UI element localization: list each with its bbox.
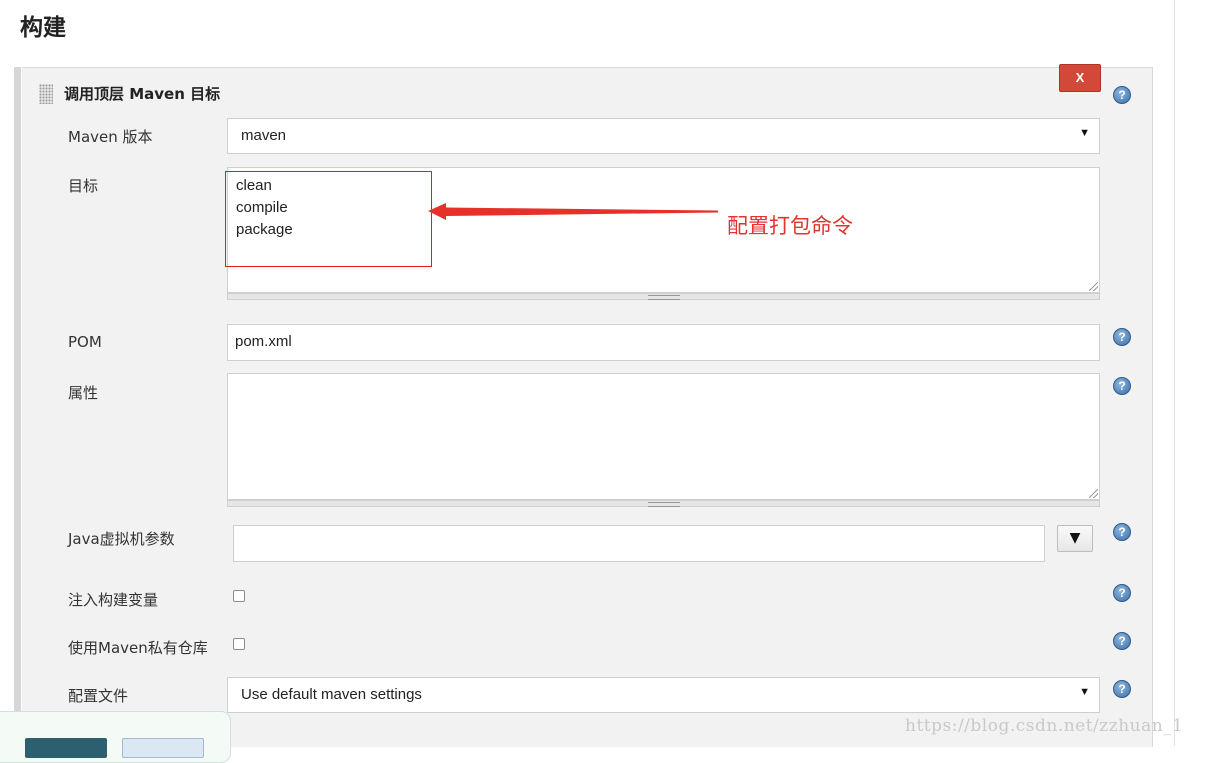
help-icon[interactable]: ? — [1113, 584, 1131, 602]
settings-file-label: 配置文件 — [68, 687, 129, 705]
apply-button[interactable] — [122, 738, 204, 758]
pom-label: POM — [68, 333, 102, 351]
inject-build-vars-checkbox[interactable] — [233, 590, 245, 602]
jvm-options-input[interactable] — [233, 525, 1045, 562]
help-icon[interactable]: ? — [1113, 523, 1131, 541]
chevron-down-icon: ▼ — [1079, 686, 1090, 698]
pom-input[interactable]: pom.xml — [227, 324, 1100, 361]
private-repo-checkbox[interactable] — [233, 638, 245, 650]
jvm-options-label: Java虚拟机参数 — [68, 530, 175, 548]
properties-expand-bar[interactable] — [227, 500, 1100, 507]
properties-textarea[interactable] — [227, 373, 1100, 500]
settings-file-select[interactable]: Use default maven settings ▼ — [227, 677, 1100, 713]
save-button[interactable] — [25, 738, 107, 758]
help-icon[interactable]: ? — [1113, 328, 1131, 346]
pom-value: pom.xml — [235, 333, 292, 350]
inject-build-vars-label: 注入构建变量 — [68, 591, 159, 609]
watermark: https://blog.csdn.net/zzhuan_1 — [905, 716, 1184, 736]
help-icon[interactable]: ? — [1113, 377, 1131, 395]
properties-label: 属性 — [68, 384, 99, 402]
help-icon[interactable]: ? — [1113, 632, 1131, 650]
help-icon[interactable]: ? — [1113, 680, 1131, 698]
grip-icon — [647, 502, 680, 507]
resize-handle-icon[interactable] — [1089, 489, 1098, 498]
annotation-text: 配置打包命令 — [727, 214, 853, 238]
jvm-options-expand-button[interactable]: ▼ — [1057, 525, 1093, 552]
settings-file-value: Use default maven settings — [241, 686, 422, 703]
private-repo-label: 使用Maven私有仓库 — [68, 639, 208, 657]
